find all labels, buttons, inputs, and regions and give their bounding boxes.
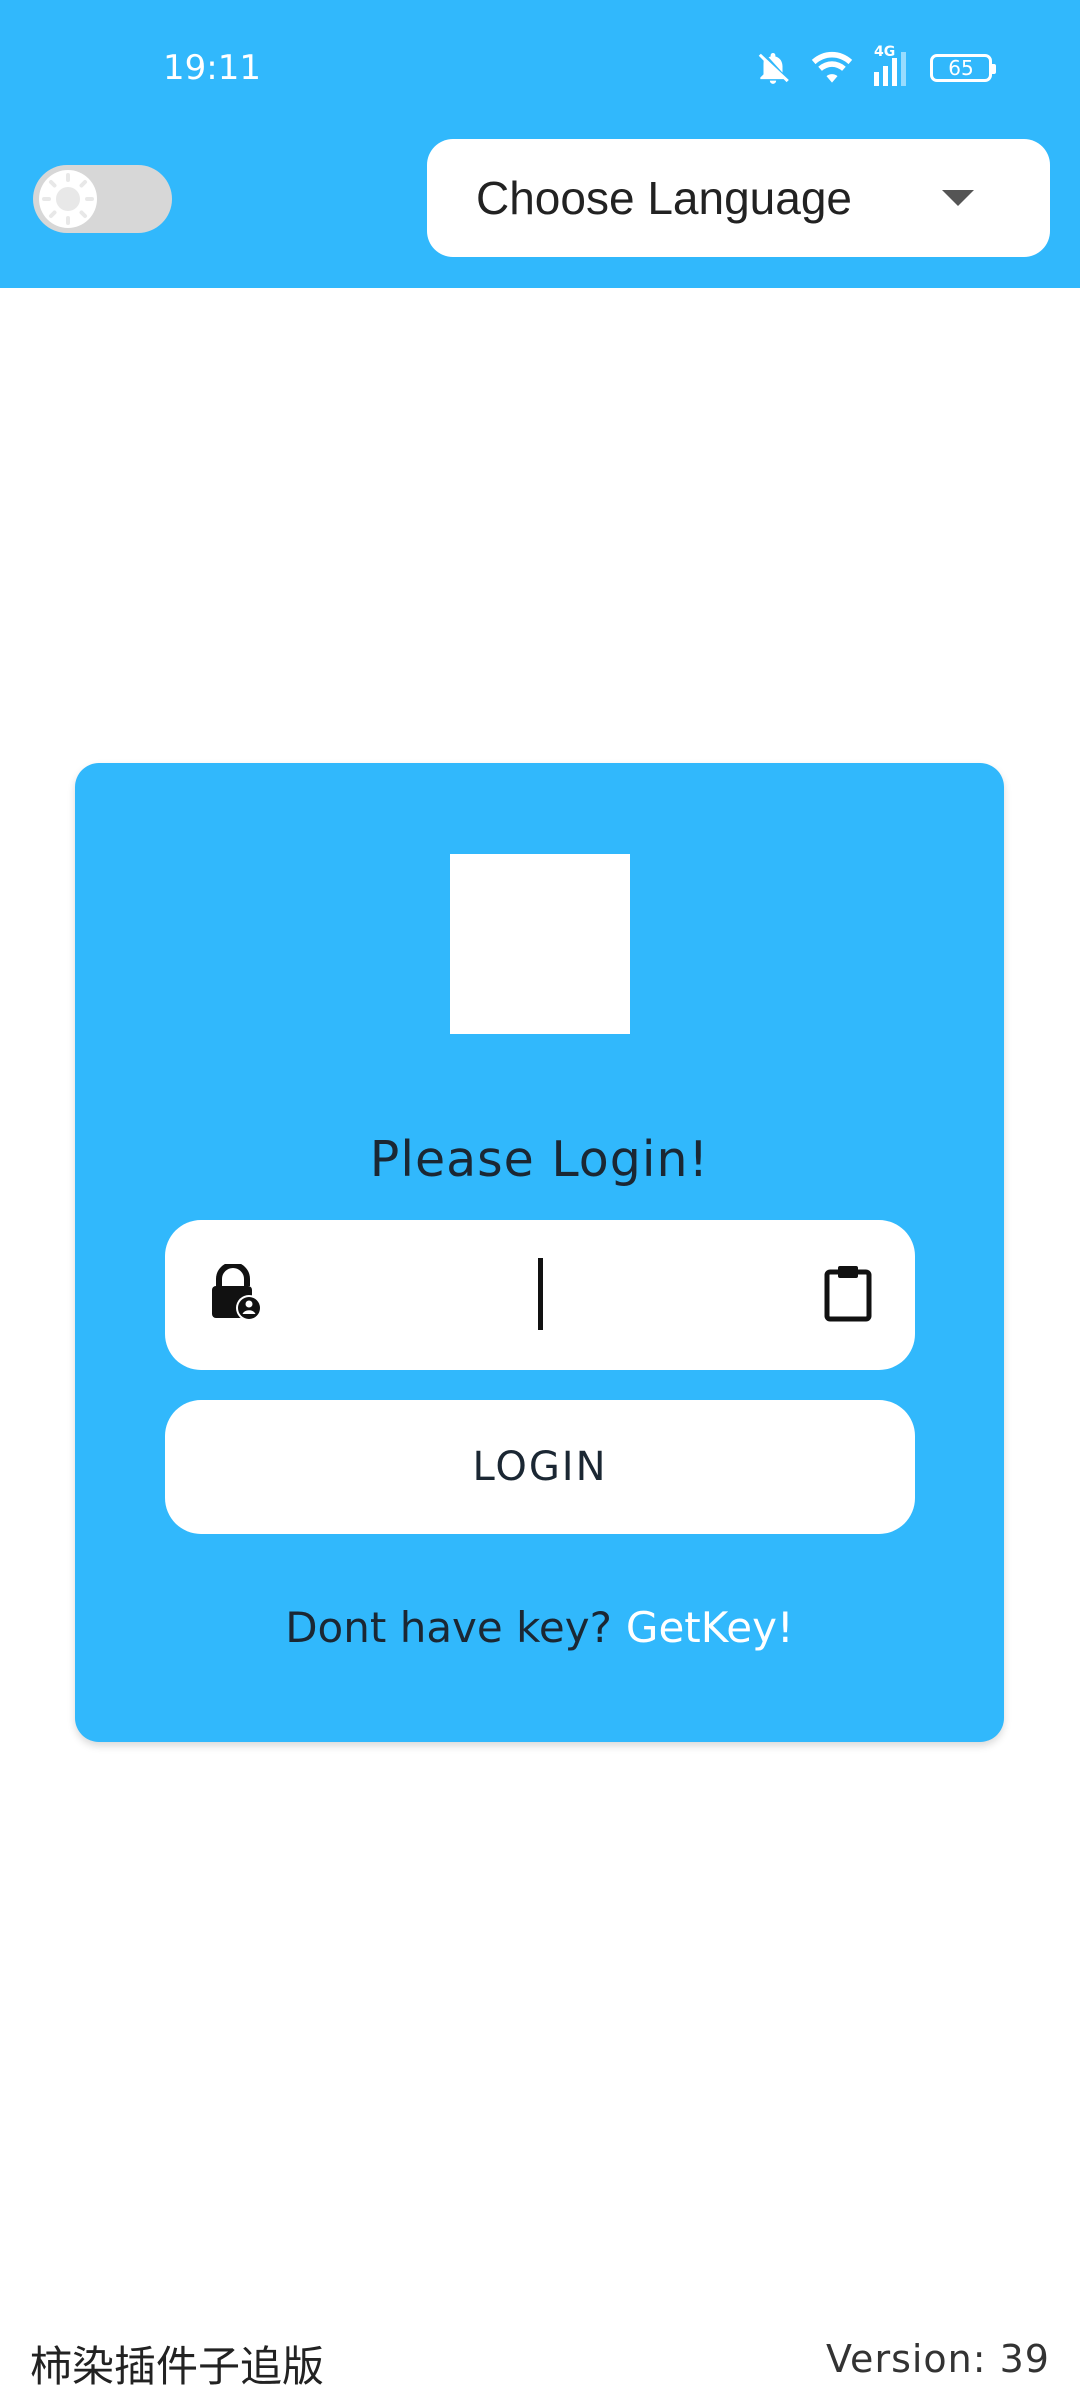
login-title: Please Login! [369,1131,710,1188]
wifi-icon [810,49,854,87]
get-key-row: Dont have key? GetKey! [75,1603,1004,1652]
key-field[interactable] [165,1220,915,1370]
login-button[interactable]: LOGIN [165,1400,915,1534]
clipboard-icon[interactable] [823,1264,873,1326]
chevron-down-icon [942,190,974,206]
battery-icon: 65 [930,54,996,82]
top-bar: 19:11 4G 65 Choose Language [0,0,1080,288]
no-key-text: Dont have key? [285,1603,612,1652]
status-time: 19:11 [163,48,261,88]
language-select[interactable]: Choose Language [427,139,1050,257]
toggle-knob [39,170,97,228]
cellular-signal-icon: 4G [872,44,912,88]
language-select-label: Choose Language [476,172,852,224]
status-icons: 4G 65 [754,44,996,90]
text-cursor [538,1258,543,1330]
battery-level: 65 [948,56,974,80]
login-card: Please Login! LOGIN Dont have key? GetKey… [75,763,1004,1742]
lock-account-icon [209,1262,262,1326]
version-label: Version: 39 [826,2337,1050,2381]
app-logo [450,854,630,1034]
footer-app-name: 柿染插件子追版 [30,2342,325,2391]
bell-off-icon [754,49,792,87]
get-key-link[interactable]: GetKey! [626,1603,794,1652]
theme-toggle[interactable] [33,165,172,233]
